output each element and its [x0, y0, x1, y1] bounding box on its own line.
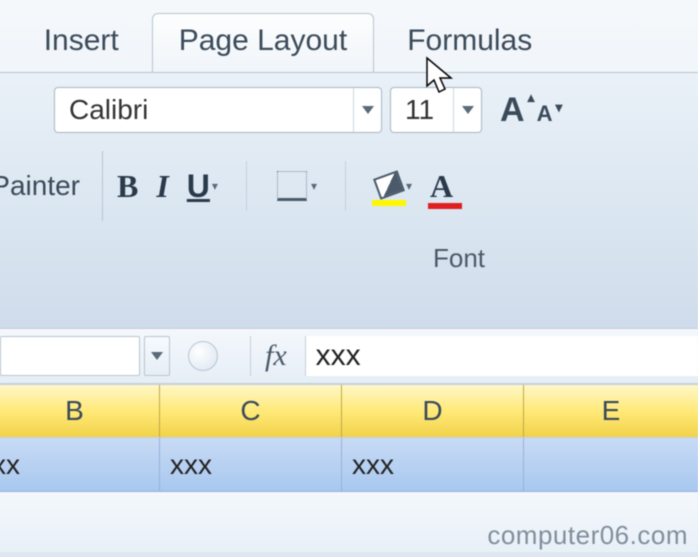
column-header-c[interactable]: C	[160, 385, 342, 437]
font-size-value: 11	[391, 94, 448, 126]
font-name-combo[interactable]: Calibri	[54, 87, 382, 133]
cell-b[interactable]: xx	[0, 438, 160, 491]
name-box-dropdown[interactable]	[144, 336, 170, 376]
formula-bar: fx xxx	[0, 328, 698, 384]
font-color-button[interactable]: A	[430, 168, 453, 205]
table-row: xx xxx xxx	[0, 438, 698, 492]
tab-page-layout[interactable]: Page Layout	[152, 13, 374, 72]
shrink-font-button[interactable]: A▾	[537, 101, 553, 127]
column-header-e[interactable]: E	[524, 385, 698, 437]
fx-button[interactable]: fx	[265, 339, 287, 373]
tab-home-partial[interactable]: e	[0, 13, 11, 72]
font-color-icon: A	[430, 168, 453, 205]
chevron-down-icon[interactable]	[453, 88, 481, 132]
cancel-formula-icon[interactable]	[188, 341, 218, 371]
cell-e[interactable]	[524, 438, 698, 491]
column-header-b[interactable]: B	[0, 385, 160, 437]
ribbon-font-group: Calibri 11 A▴ A▾ t Painter B I U▾ ▾ ▾	[0, 72, 698, 328]
italic-button[interactable]: I	[156, 168, 168, 205]
separator	[250, 336, 251, 376]
font-size-combo[interactable]: 11	[390, 87, 482, 133]
tab-formulas[interactable]: Formulas	[380, 13, 559, 72]
chevron-down-icon[interactable]	[353, 88, 381, 132]
font-name-value: Calibri	[55, 94, 162, 126]
separator	[102, 151, 103, 221]
name-box[interactable]	[0, 336, 140, 376]
column-header-d[interactable]: D	[342, 385, 524, 437]
underline-button[interactable]: U▾	[187, 168, 218, 205]
border-button[interactable]: ▾	[275, 169, 317, 203]
formula-input[interactable]: xxx	[305, 336, 698, 376]
bucket-icon	[374, 172, 404, 200]
border-icon	[275, 169, 309, 203]
cell-c[interactable]: xxx	[160, 438, 342, 491]
grow-font-button[interactable]: A▴	[500, 91, 525, 130]
separator	[345, 161, 346, 211]
separator	[246, 161, 247, 211]
tab-insert[interactable]: Insert	[17, 13, 146, 72]
fill-color-button[interactable]: ▾	[374, 172, 412, 200]
watermark: computer06.com	[487, 520, 688, 551]
bold-button[interactable]: B	[117, 168, 138, 205]
cell-d[interactable]: xxx	[342, 438, 524, 491]
column-headers: B C D E	[0, 384, 698, 438]
ribbon-group-label: Font	[238, 243, 680, 274]
format-painter-label-partial[interactable]: t Painter	[0, 170, 88, 202]
